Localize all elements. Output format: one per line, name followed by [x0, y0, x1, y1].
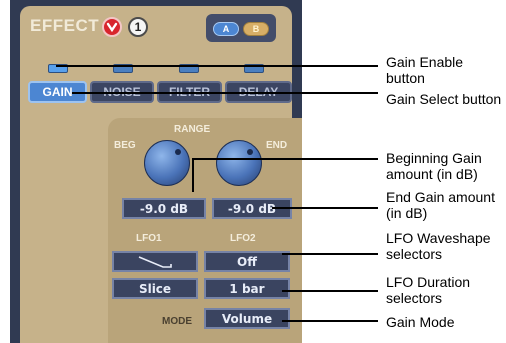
mode-label: MODE [162, 316, 192, 327]
a-button[interactable]: A [213, 22, 239, 36]
beg-gain-leader-vertical [192, 158, 194, 192]
beginning-gain-field[interactable]: -9.0 dB [122, 198, 206, 219]
knob-indicator [175, 149, 181, 155]
lfo2-waveshape-selector[interactable]: Off [204, 251, 290, 272]
callout-gain-mode: Gain Mode [386, 314, 455, 330]
beg-gain-leader-line [192, 158, 378, 160]
sawtooth-wave-icon [138, 255, 172, 268]
end-label: END [266, 140, 288, 151]
lfo-waveshape-leader-line [282, 253, 378, 255]
lfo1-duration-selector[interactable]: Slice [112, 278, 198, 299]
beginning-gain-knob[interactable] [144, 140, 190, 186]
lfo2-label: LFO2 [230, 233, 256, 244]
callout-gain-select: Gain Select button [386, 91, 502, 107]
knob-indicator [247, 149, 253, 155]
lfo-duration-leader-line [282, 290, 378, 292]
beg-label: BEG [114, 140, 136, 151]
end-gain-field[interactable]: -9.0 dB [212, 198, 292, 219]
callout-beginning-gain: Beginning Gain amount (in dB) [386, 150, 482, 182]
lfo1-waveshape-selector[interactable] [112, 251, 198, 272]
power-icon[interactable] [102, 17, 122, 37]
end-gain-leader-line [272, 207, 378, 209]
effect-panel: EFFECT 1 A B GAIN NOISE FILTER DELAY RAN… [10, 0, 302, 343]
effect-title: EFFECT [30, 16, 100, 35]
b-button[interactable]: B [243, 22, 269, 36]
callout-end-gain: End Gain amount (in dB) [386, 189, 495, 221]
gain-mode-leader-line [282, 320, 378, 322]
gain-select-leader-line [72, 92, 378, 94]
lfo2-duration-selector[interactable]: 1 bar [204, 278, 290, 299]
callout-gain-enable: Gain Enable button [386, 54, 464, 86]
lfo1-label: LFO1 [136, 233, 162, 244]
effect-number-badge: 1 [128, 17, 148, 37]
gain-enable-leader-line [56, 65, 378, 67]
range-label: RANGE [174, 124, 211, 135]
callout-lfo-waveshape: LFO Waveshape selectors [386, 230, 491, 262]
callout-lfo-duration: LFO Duration selectors [386, 274, 471, 306]
gain-mode-selector[interactable]: Volume [204, 308, 290, 329]
end-gain-knob[interactable] [216, 140, 262, 186]
